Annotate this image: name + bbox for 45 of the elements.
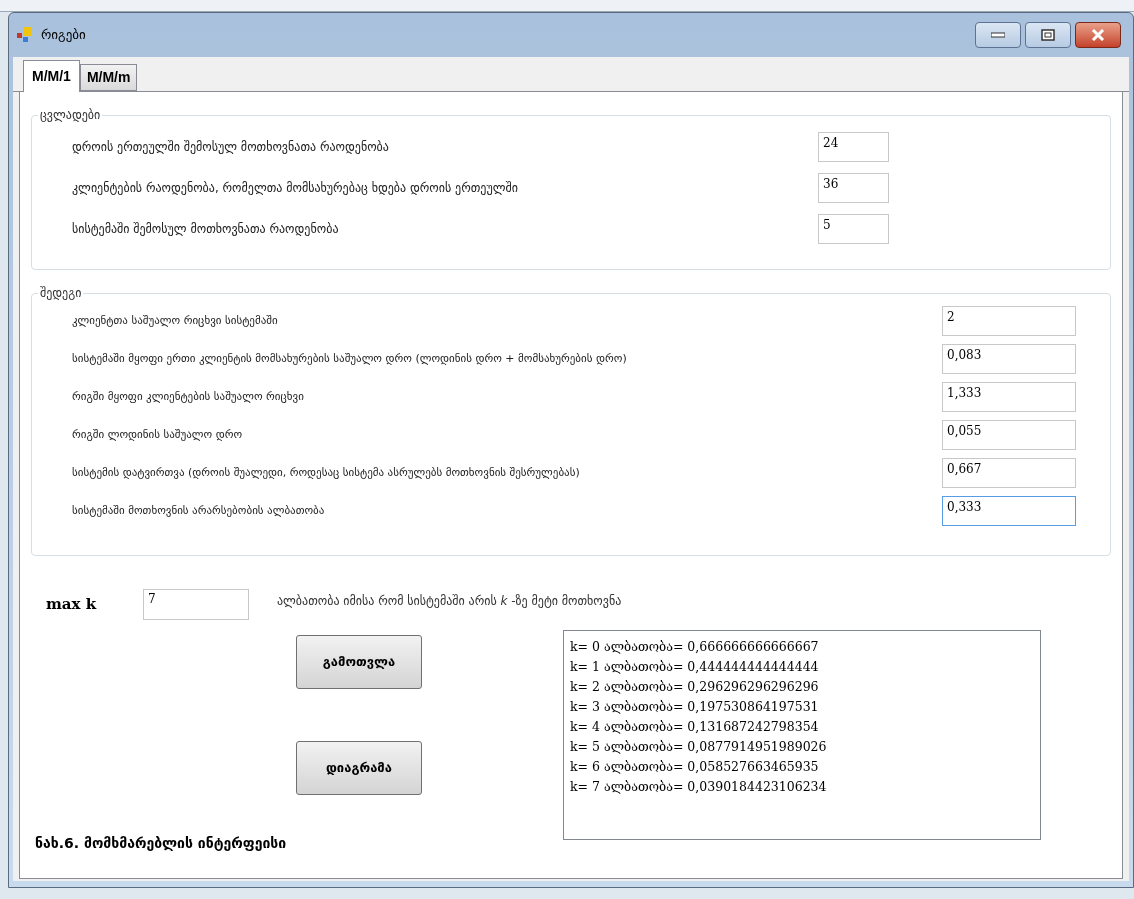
minimize-icon bbox=[991, 32, 1005, 38]
list-item[interactable]: k= 5 ალბათობა= 0,0877914951989026 bbox=[570, 737, 1034, 757]
field-label: სისტემის დატვირთვა (დროის შუალედი, როდესაც სისტემა ასრულებს მოთხოვნის შესრულებას) bbox=[72, 464, 581, 481]
list-item[interactable]: k= 3 ალბათობა= 0,197530864197531 bbox=[570, 697, 1034, 717]
field-label: სისტემაში მყოფი ერთი კლიენტის მომსახურების საშუალო დრო (ლოდინის დრო + მომსახურების დრო) bbox=[72, 350, 628, 367]
field-label: დროის ერთეულში შემოსულ მოთხოვნათა რაოდენობა bbox=[72, 139, 390, 156]
tab[interactable]: M/M/m bbox=[79, 64, 138, 91]
maximize-button[interactable] bbox=[1025, 22, 1071, 48]
field-label: კლიენტების რაოდენობა, რომელთა მომსახურებაც ხდება დროის ერთეულში bbox=[72, 180, 519, 197]
probability-note: ალბათობა იმისა რომ სისტემაში არის k -ზე მეტი მოთხოვნა bbox=[277, 593, 622, 610]
maximize-icon bbox=[1041, 29, 1055, 41]
field-label: კლიენტთა საშუალო რიცხვი სისტემაში bbox=[72, 312, 279, 329]
field-label: რიგში ლოდინის საშუალო დრო bbox=[72, 426, 244, 443]
list-item[interactable]: k= 7 ალბათობა= 0,0390184423106234 bbox=[570, 777, 1034, 797]
list-item[interactable]: k= 2 ალბათობა= 0,296296296296296 bbox=[570, 677, 1034, 697]
group-title: ცვლადები bbox=[39, 107, 102, 124]
action-button[interactable]: დიაგრამა bbox=[296, 741, 422, 795]
input-field[interactable]: 5 bbox=[818, 214, 889, 244]
minimize-button[interactable] bbox=[975, 22, 1021, 48]
max-k-label: max k bbox=[46, 593, 98, 615]
output-field[interactable]: 1,333 bbox=[942, 382, 1076, 412]
tab[interactable]: M/M/1 bbox=[23, 60, 80, 92]
field-label: რიგში მყოფი კლიენტების საშუალო რიცხვი bbox=[72, 388, 305, 405]
output-field[interactable]: 0,055 bbox=[942, 420, 1076, 450]
action-button[interactable]: გამოთვლა bbox=[296, 635, 422, 689]
app-icon bbox=[17, 27, 33, 43]
close-icon bbox=[1091, 29, 1105, 41]
list-item[interactable]: k= 4 ალბათობა= 0,131687242798354 bbox=[570, 717, 1034, 737]
input-field[interactable]: 24 bbox=[818, 132, 889, 162]
output-list[interactable] bbox=[563, 630, 1041, 840]
output-field[interactable]: 0,083 bbox=[942, 344, 1076, 374]
field-label: სისტემაში შემოსულ მოთხოვნათა რაოდენობა bbox=[72, 221, 340, 238]
list-item[interactable]: k= 1 ალბათობა= 0,444444444444444 bbox=[570, 657, 1034, 677]
list-item[interactable]: k= 0 ალბათობა= 0,666666666666667 bbox=[570, 637, 1034, 657]
input-field[interactable]: 36 bbox=[818, 173, 889, 203]
field-label: სისტემაში მოთხოვნის არარსებობის ალბათობა bbox=[72, 502, 326, 519]
close-button[interactable] bbox=[1075, 22, 1121, 48]
output-field[interactable]: 2 bbox=[942, 306, 1076, 336]
window-title: რიგები bbox=[41, 26, 86, 45]
max-k-field[interactable]: 7 bbox=[143, 588, 249, 620]
group-title: შედეგი bbox=[39, 285, 83, 302]
list-item[interactable]: k= 6 ალბათობა= 0,058527663465935 bbox=[570, 757, 1034, 777]
output-field[interactable]: 0,333 bbox=[942, 496, 1076, 526]
output-field[interactable]: 0,667 bbox=[942, 458, 1076, 488]
figure-caption: ნახ.6. მომხმარებლის ინტერფეისი bbox=[35, 834, 288, 853]
